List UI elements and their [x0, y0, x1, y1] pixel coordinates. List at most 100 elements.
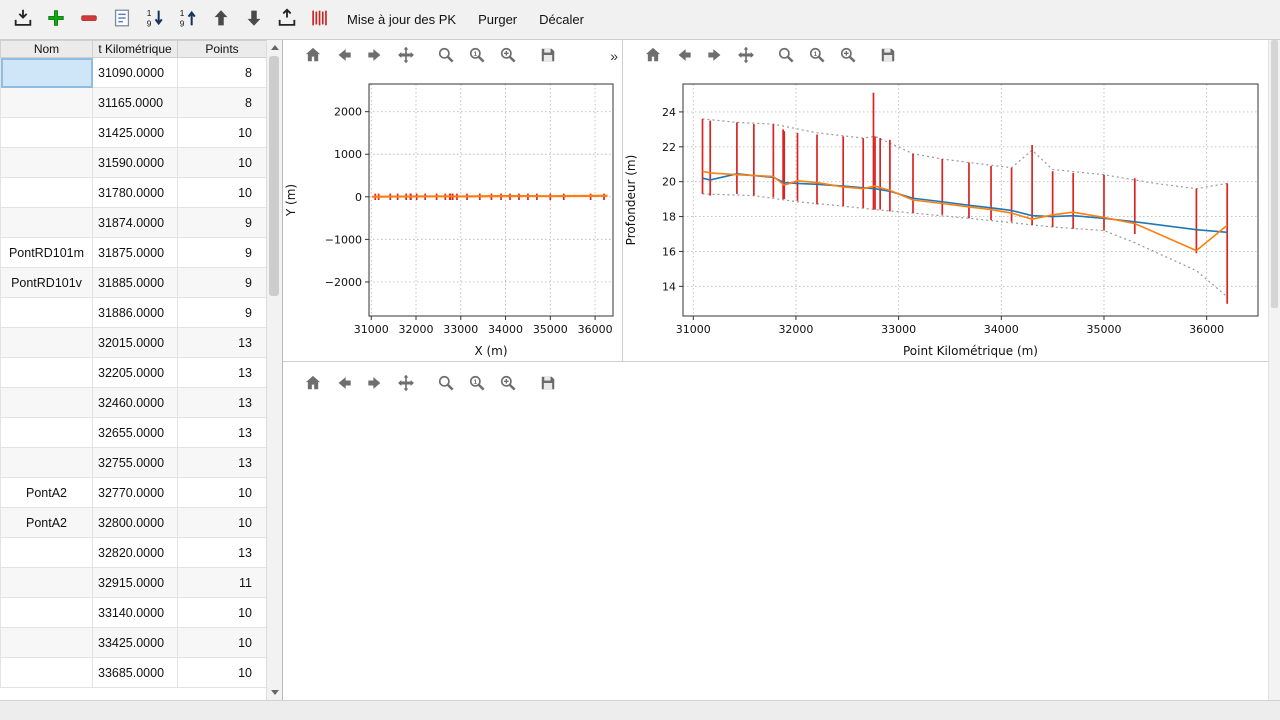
- table-cell-nom[interactable]: [1, 658, 93, 688]
- plot1-zoom-region-button[interactable]: [492, 42, 523, 70]
- table-cell-nom[interactable]: [1, 448, 93, 478]
- plot3-zoom-region-button[interactable]: [492, 370, 523, 398]
- table-cell-pk[interactable]: 32460.0000: [93, 388, 178, 418]
- plot1-forward-button[interactable]: [359, 42, 390, 70]
- table-row[interactable]: 31590.000010: [1, 148, 267, 178]
- table-row[interactable]: 32755.000013: [1, 448, 267, 478]
- add-button[interactable]: [39, 4, 72, 36]
- move-down-button[interactable]: [237, 4, 270, 36]
- table-cell-nom[interactable]: [1, 598, 93, 628]
- plot1-back-button[interactable]: [328, 42, 359, 70]
- table-row[interactable]: 31090.00008: [1, 58, 267, 88]
- table-row[interactable]: 32015.000013: [1, 328, 267, 358]
- table-cell-points[interactable]: 13: [178, 538, 267, 568]
- table-cell-nom[interactable]: PontRD101m: [1, 238, 93, 268]
- table-row[interactable]: 31874.00009: [1, 208, 267, 238]
- xy-plot-canvas[interactable]: 310003200033000340003500036000−2000−1000…: [283, 72, 622, 362]
- table-cell-nom[interactable]: [1, 418, 93, 448]
- plot1-home-button[interactable]: [297, 42, 328, 70]
- table-row[interactable]: 33140.000010: [1, 598, 267, 628]
- table-cell-pk[interactable]: 32015.0000: [93, 328, 178, 358]
- plot2-zoom-button[interactable]: [770, 42, 801, 70]
- plot1-zoom-one-button[interactable]: 1: [461, 42, 492, 70]
- table-cell-points[interactable]: 9: [178, 268, 267, 298]
- plot2-home-button[interactable]: [637, 42, 668, 70]
- plot1-overflow-button[interactable]: »: [610, 48, 618, 64]
- sections-button[interactable]: [303, 4, 336, 36]
- table-cell-nom[interactable]: [1, 58, 93, 88]
- shift-button[interactable]: Décaler: [528, 4, 595, 36]
- table-row[interactable]: 31886.00009: [1, 298, 267, 328]
- table-row[interactable]: PontA232770.000010: [1, 478, 267, 508]
- table-cell-nom[interactable]: [1, 538, 93, 568]
- table-cell-pk[interactable]: 31780.0000: [93, 178, 178, 208]
- plot2-zoom-region-button[interactable]: [832, 42, 863, 70]
- table-cell-nom[interactable]: [1, 118, 93, 148]
- edit-page-button[interactable]: [105, 4, 138, 36]
- table-cell-points[interactable]: 9: [178, 298, 267, 328]
- table-row[interactable]: 31425.000010: [1, 118, 267, 148]
- table-cell-pk[interactable]: 33685.0000: [93, 658, 178, 688]
- table-cell-nom[interactable]: [1, 628, 93, 658]
- table-cell-pk[interactable]: 32800.0000: [93, 508, 178, 538]
- table-cell-points[interactable]: 13: [178, 388, 267, 418]
- plot1-save-button[interactable]: [532, 42, 563, 70]
- table-cell-nom[interactable]: PontA2: [1, 478, 93, 508]
- table-cell-pk[interactable]: 31165.0000: [93, 88, 178, 118]
- plot3-pan-button[interactable]: [390, 370, 421, 398]
- table-cell-pk[interactable]: 32770.0000: [93, 478, 178, 508]
- table-cell-nom[interactable]: PontRD101v: [1, 268, 93, 298]
- plot3-zoom-one-button[interactable]: 1: [461, 370, 492, 398]
- table-row[interactable]: PontRD101m31875.00009: [1, 238, 267, 268]
- plots-scrollbar-thumb[interactable]: [1271, 40, 1278, 308]
- table-cell-points[interactable]: 10: [178, 598, 267, 628]
- table-cell-pk[interactable]: 31874.0000: [93, 208, 178, 238]
- plot2-pan-button[interactable]: [730, 42, 761, 70]
- table-row[interactable]: 32460.000013: [1, 388, 267, 418]
- table-cell-pk[interactable]: 31590.0000: [93, 148, 178, 178]
- table-row[interactable]: 32655.000013: [1, 418, 267, 448]
- table-cell-points[interactable]: 10: [178, 118, 267, 148]
- table-cell-points[interactable]: 9: [178, 208, 267, 238]
- table-cell-nom[interactable]: [1, 358, 93, 388]
- table-cell-pk[interactable]: 31425.0000: [93, 118, 178, 148]
- table-row[interactable]: PontA232800.000010: [1, 508, 267, 538]
- table-cell-points[interactable]: 13: [178, 358, 267, 388]
- import-button[interactable]: [6, 4, 39, 36]
- scroll-down-arrow[interactable]: [267, 685, 282, 700]
- plot3-forward-button[interactable]: [359, 370, 390, 398]
- move-up-button[interactable]: [204, 4, 237, 36]
- table-cell-nom[interactable]: [1, 568, 93, 598]
- table-row[interactable]: 33425.000010: [1, 628, 267, 658]
- table-cell-points[interactable]: 8: [178, 58, 267, 88]
- table-cell-points[interactable]: 13: [178, 328, 267, 358]
- table-cell-points[interactable]: 10: [178, 178, 267, 208]
- table-scrollbar-thumb[interactable]: [269, 56, 279, 296]
- column-header-points[interactable]: Points: [178, 41, 267, 58]
- export-button[interactable]: [270, 4, 303, 36]
- profile-plot-canvas[interactable]: 3100032000330003400035000360001416182022…: [623, 72, 1268, 362]
- table-row[interactable]: 33685.000010: [1, 658, 267, 688]
- table-row[interactable]: 32205.000013: [1, 358, 267, 388]
- update-pk-button[interactable]: Mise à jour des PK: [336, 4, 467, 36]
- plot3-home-button[interactable]: [297, 370, 328, 398]
- table-scrollbar[interactable]: [266, 40, 282, 700]
- column-header-nom[interactable]: Nom: [1, 41, 93, 58]
- plot2-save-button[interactable]: [872, 42, 903, 70]
- table-cell-points[interactable]: 8: [178, 88, 267, 118]
- table-cell-pk[interactable]: 32820.0000: [93, 538, 178, 568]
- table-cell-points[interactable]: 13: [178, 448, 267, 478]
- table-cell-nom[interactable]: [1, 328, 93, 358]
- table-cell-pk[interactable]: 32655.0000: [93, 418, 178, 448]
- table-row[interactable]: 32820.000013: [1, 538, 267, 568]
- table-cell-pk[interactable]: 32755.0000: [93, 448, 178, 478]
- table-cell-pk[interactable]: 31875.0000: [93, 238, 178, 268]
- table-cell-pk[interactable]: 31090.0000: [93, 58, 178, 88]
- table-cell-nom[interactable]: [1, 148, 93, 178]
- table-cell-pk[interactable]: 33140.0000: [93, 598, 178, 628]
- table-cell-points[interactable]: 10: [178, 478, 267, 508]
- table-cell-pk[interactable]: 32205.0000: [93, 358, 178, 388]
- plot3-save-button[interactable]: [532, 370, 563, 398]
- plot3-back-button[interactable]: [328, 370, 359, 398]
- table-row[interactable]: PontRD101v31885.00009: [1, 268, 267, 298]
